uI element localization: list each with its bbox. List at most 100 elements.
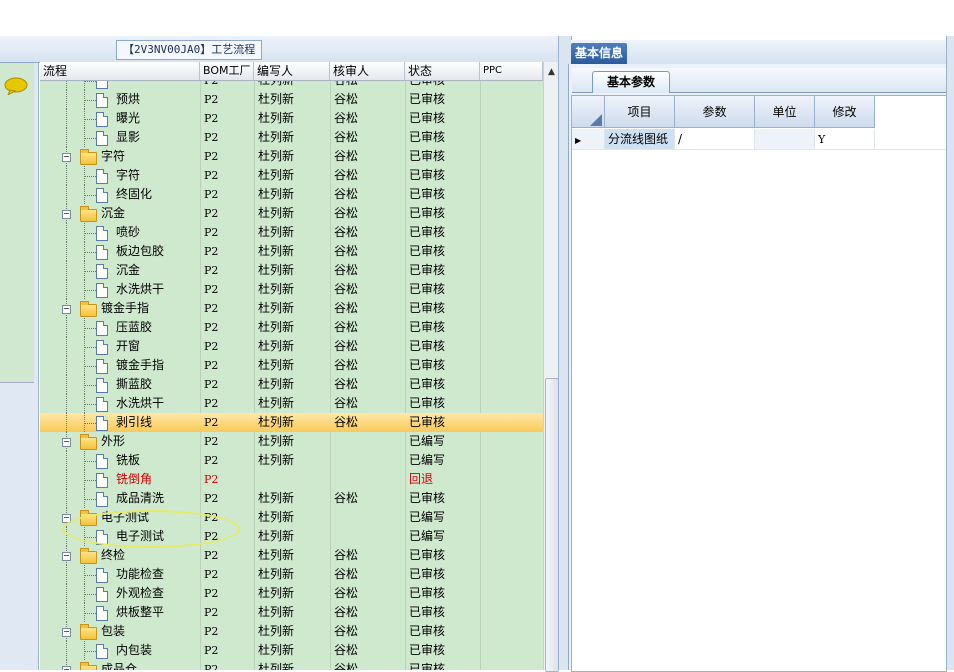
expand-collapse-icon[interactable]: − xyxy=(62,628,71,637)
status-cell[interactable]: 已审核 xyxy=(409,565,445,584)
editor-cell[interactable]: 杜列新 xyxy=(258,261,294,280)
bom-cell[interactable]: P2 xyxy=(204,280,218,299)
status-cell[interactable]: 已审核 xyxy=(409,147,445,166)
col-header-bom[interactable]: BOM工厂 xyxy=(200,62,254,80)
chat-bubble-icon[interactable] xyxy=(4,77,28,95)
status-cell[interactable]: 已审核 xyxy=(409,318,445,337)
reviewer-cell[interactable]: 谷松 xyxy=(334,603,358,622)
bom-cell[interactable]: P2 xyxy=(204,546,218,565)
status-cell[interactable]: 已审核 xyxy=(409,128,445,147)
tree-node-label[interactable]: 终检 xyxy=(101,546,125,565)
editor-cell[interactable]: 杜列新 xyxy=(258,489,294,508)
status-cell[interactable]: 已审核 xyxy=(409,622,445,641)
status-cell[interactable]: 已审核 xyxy=(409,641,445,660)
bom-cell[interactable]: P2 xyxy=(204,223,218,242)
editor-cell[interactable]: 杜列新 xyxy=(258,527,294,546)
editor-cell[interactable]: 杜列新 xyxy=(258,109,294,128)
tree-row[interactable]: 烘板整平 P2 杜列新 谷松 已审核 xyxy=(40,603,543,622)
bom-cell[interactable]: P2 xyxy=(204,242,218,261)
bom-cell[interactable]: P2 xyxy=(204,451,218,470)
expand-collapse-icon[interactable]: − xyxy=(62,305,71,314)
status-cell[interactable]: 已审核 xyxy=(409,546,445,565)
tree-row[interactable]: 外观检查 P2 杜列新 谷松 已审核 xyxy=(40,584,543,603)
tree-node-label[interactable]: 压蓝胶 xyxy=(116,318,152,337)
tree-node-label[interactable]: 预烘 xyxy=(116,90,140,109)
tree-folder-row[interactable]: − 终检 P2 杜列新 谷松 已审核 xyxy=(40,546,543,565)
editor-cell[interactable]: 杜列新 xyxy=(258,185,294,204)
tree-row[interactable]: 字符 P2 杜列新 谷松 已审核 xyxy=(40,166,543,185)
reviewer-cell[interactable]: 谷松 xyxy=(334,166,358,185)
bom-cell[interactable]: P2 xyxy=(204,261,218,280)
reviewer-cell[interactable]: 谷松 xyxy=(334,280,358,299)
editor-cell[interactable]: 杜列新 xyxy=(258,641,294,660)
bom-cell[interactable]: P2 xyxy=(204,109,218,128)
status-cell[interactable]: 已审核 xyxy=(409,204,445,223)
bom-cell[interactable]: P2 xyxy=(204,90,218,109)
editor-cell[interactable]: 杜列新 xyxy=(258,223,294,242)
reviewer-cell[interactable]: 谷松 xyxy=(334,622,358,641)
tree-node-label[interactable]: 镀金手指 xyxy=(116,356,164,375)
bom-cell[interactable]: P2 xyxy=(204,166,218,185)
editor-cell[interactable]: 杜列新 xyxy=(258,584,294,603)
reviewer-cell[interactable]: 谷松 xyxy=(334,128,358,147)
tree-folder-row[interactable]: − 包装 P2 杜列新 谷松 已审核 xyxy=(40,622,543,641)
tree-folder-row[interactable]: − 成品仓 P2 杜列新 谷松 已审核 xyxy=(40,660,543,670)
status-cell[interactable]: 已审核 xyxy=(409,337,445,356)
expand-collapse-icon[interactable]: − xyxy=(62,666,71,670)
tree-node-label[interactable]: 字符 xyxy=(101,147,125,166)
status-cell[interactable]: 已审核 xyxy=(409,280,445,299)
tree-node-label[interactable]: 显影 xyxy=(116,128,140,147)
col-header-flow[interactable]: 流程 xyxy=(40,62,200,80)
reviewer-cell[interactable]: 谷松 xyxy=(334,261,358,280)
tree-node-label[interactable]: 内包装 xyxy=(116,641,152,660)
reviewer-cell[interactable]: 谷松 xyxy=(334,337,358,356)
editor-cell[interactable]: 杜列新 xyxy=(258,147,294,166)
tree-node-label[interactable]: 外观检查 xyxy=(116,584,164,603)
status-cell[interactable]: 已审核 xyxy=(409,413,445,432)
status-cell[interactable]: 已审核 xyxy=(409,489,445,508)
tree-node-label[interactable]: 烘板整平 xyxy=(116,603,164,622)
editor-cell[interactable]: 杜列新 xyxy=(258,660,294,670)
col-header-status[interactable]: 状态 xyxy=(405,62,480,80)
tree-folder-row[interactable]: − 镀金手指 P2 杜列新 谷松 已审核 xyxy=(40,299,543,318)
bom-cell[interactable]: P2 xyxy=(204,394,218,413)
tree-row[interactable]: 水洗烘干 P2 杜列新 谷松 已审核 xyxy=(40,280,543,299)
reviewer-cell[interactable]: 谷松 xyxy=(334,299,358,318)
reviewer-cell[interactable]: 谷松 xyxy=(334,394,358,413)
tree-row[interactable]: 剥引线 P2 杜列新 谷松 已审核 xyxy=(40,413,543,432)
reviewer-cell[interactable]: 谷松 xyxy=(334,641,358,660)
tree-row[interactable]: 内包装 P2 杜列新 谷松 已审核 xyxy=(40,641,543,660)
expand-collapse-icon[interactable]: − xyxy=(62,210,71,219)
reviewer-cell[interactable]: 谷松 xyxy=(334,413,358,432)
bom-cell[interactable]: P2 xyxy=(204,584,218,603)
scrollbar-thumb[interactable] xyxy=(545,378,559,672)
expand-collapse-icon[interactable]: − xyxy=(62,438,71,447)
tree-row[interactable]: 预烘 P2 杜列新 谷松 已审核 xyxy=(40,90,543,109)
tree-row[interactable]: 功能检查 P2 杜列新 谷松 已审核 xyxy=(40,565,543,584)
tree-node-label[interactable]: 字符 xyxy=(116,166,140,185)
tree-node-label[interactable]: 水洗烘干 xyxy=(116,394,164,413)
editor-cell[interactable]: 杜列新 xyxy=(258,128,294,147)
col-header-reviewer[interactable]: 核审人 xyxy=(330,62,405,80)
tree-row[interactable]: 显影 P2 杜列新 谷松 已审核 xyxy=(40,128,543,147)
tree-node-label[interactable]: 外形 xyxy=(101,432,125,451)
editor-cell[interactable]: 杜列新 xyxy=(258,451,294,470)
bom-cell[interactable]: P2 xyxy=(204,185,218,204)
tree-node-label[interactable]: 沉金 xyxy=(101,204,125,223)
tree-node-label[interactable]: 板边包胶 xyxy=(116,242,164,261)
tree-node-label[interactable]: 沉金 xyxy=(116,261,140,280)
editor-cell[interactable]: 杜列新 xyxy=(258,622,294,641)
tree-folder-row[interactable]: − 沉金 P2 杜列新 谷松 已审核 xyxy=(40,204,543,223)
status-cell[interactable]: 已编写 xyxy=(409,508,445,527)
editor-cell[interactable]: 杜列新 xyxy=(258,299,294,318)
status-cell[interactable]: 已审核 xyxy=(409,660,445,670)
reviewer-cell[interactable]: 谷松 xyxy=(334,242,358,261)
bom-cell[interactable]: P2 xyxy=(204,660,218,670)
bom-cell[interactable]: P2 xyxy=(204,356,218,375)
editor-cell[interactable]: 杜列新 xyxy=(258,413,294,432)
bom-cell[interactable]: P2 xyxy=(204,318,218,337)
col-header-param[interactable]: 参数 xyxy=(675,96,755,128)
tree-row[interactable]: 压蓝胶 P2 杜列新 谷松 已审核 xyxy=(40,318,543,337)
vertical-scrollbar[interactable]: ▲ xyxy=(543,62,559,672)
status-cell[interactable]: 已审核 xyxy=(409,185,445,204)
